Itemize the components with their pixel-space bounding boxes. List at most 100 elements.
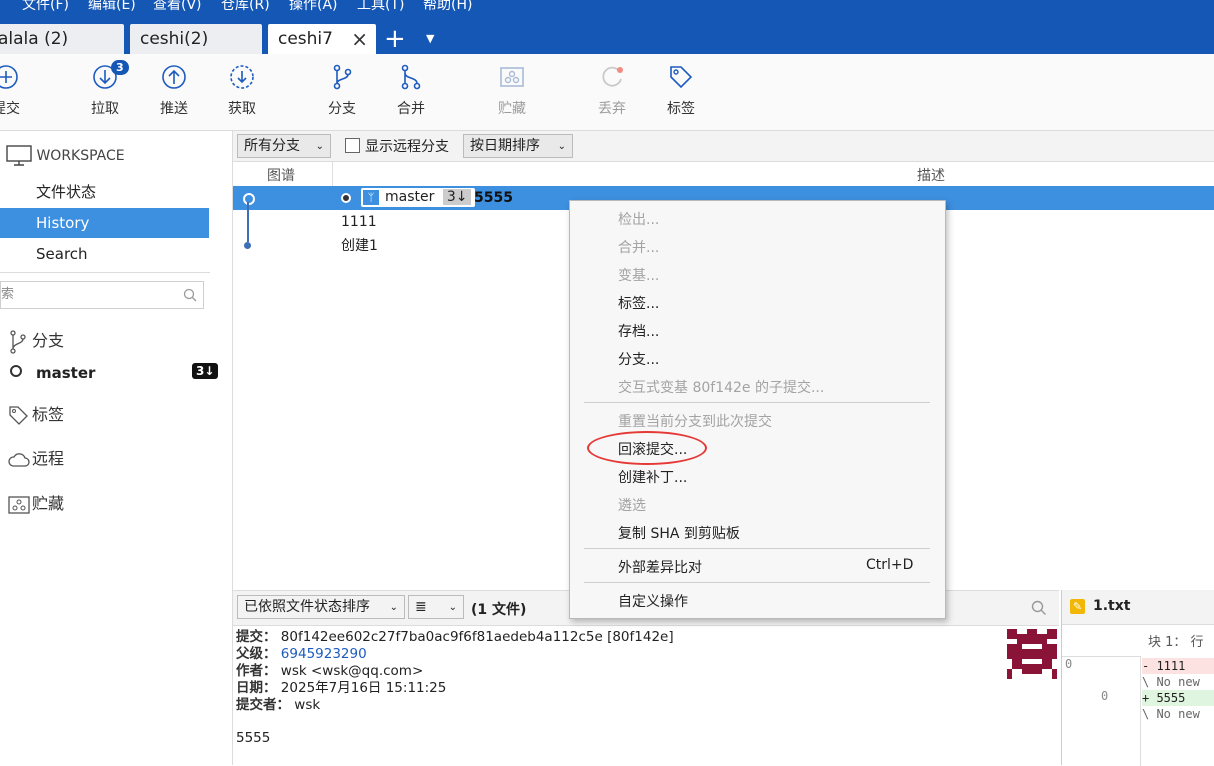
merge-button[interactable]: 合并 <box>381 64 441 118</box>
branch-icon <box>333 64 352 90</box>
menu-item-custom-actions[interactable]: 自定义操作 <box>618 591 688 611</box>
menu-item-merge[interactable]: 合并... <box>618 237 659 257</box>
diff-line-note: \ No new <box>1142 707 1200 721</box>
section-tags[interactable]: 标签 <box>8 401 64 427</box>
menu-separator <box>584 402 930 403</box>
commit-sha[interactable]: 80f142ee602c27f7ba0ac9f6f81aedeb4a112c5e… <box>281 629 674 645</box>
menu-item-tag[interactable]: 标签... <box>618 293 659 313</box>
tab-ceshi[interactable]: ceshi(2) <box>130 24 262 54</box>
menu-item-interactive-rebase[interactable]: 交互式变基 80f142e 的子提交... <box>618 377 824 397</box>
stash-icon <box>8 494 32 515</box>
diff-filename: 1.txt <box>1093 598 1131 614</box>
file-count: (1 文件) <box>471 602 527 618</box>
sidebar-item-history[interactable]: History <box>0 208 209 238</box>
column-graph[interactable]: 图谱 <box>267 165 295 185</box>
push-button[interactable]: 推送 <box>144 64 204 118</box>
menu-item-rebase[interactable]: 变基... <box>618 265 659 285</box>
search-placeholder: 索 <box>1 287 15 302</box>
sidebar-item-file-status[interactable]: 文件状态 <box>0 177 209 207</box>
sidebar-item-search[interactable]: Search <box>0 239 209 269</box>
branch-filter-dropdown[interactable]: 所有分支 ⌄ <box>237 134 331 158</box>
tab-ceshi7[interactable]: ceshi7 × <box>268 24 376 54</box>
detail-label: 作者： <box>236 663 277 679</box>
date-value: 2025年7月16日 15:11:25 <box>280 680 447 696</box>
add-tab-icon[interactable]: + <box>384 24 406 54</box>
line-numbers: 0 0 <box>1062 656 1141 766</box>
menu-item-archive[interactable]: 存档... <box>618 321 659 341</box>
workspace-header: WORKSPACE <box>6 145 125 167</box>
branch-label[interactable]: ᛘ master 3↓ <box>361 188 476 207</box>
section-branches[interactable]: 分支 <box>8 327 64 354</box>
detail-committer: 提交者： wsk <box>236 697 674 714</box>
head-marker-icon <box>341 193 351 203</box>
menu-help[interactable]: 帮助(H) <box>423 0 472 14</box>
fetch-button[interactable]: 获取 <box>212 64 272 118</box>
branch-name: master <box>36 364 96 382</box>
menu-item-branch[interactable]: 分支... <box>618 349 659 369</box>
close-tab-icon[interactable]: × <box>351 24 368 54</box>
author-value: wsk <wsk@qq.com> <box>280 663 424 679</box>
menu-repo[interactable]: 仓库(R) <box>221 0 270 14</box>
pull-label: 拉取 <box>91 101 119 117</box>
menu-edit[interactable]: 编辑(E) <box>88 0 136 14</box>
commit-button[interactable]: 提交 <box>0 64 36 118</box>
search-icon[interactable] <box>1031 600 1047 616</box>
hunk-header: 块 1： 行 <box>1148 635 1204 650</box>
branch-button[interactable]: 分支 <box>312 64 372 118</box>
discard-button[interactable]: 丢弃 <box>582 64 642 118</box>
discard-icon <box>602 66 623 87</box>
detail-label: 提交者： <box>236 697 290 713</box>
tag-icon <box>670 66 693 89</box>
menu-tools[interactable]: 工具(T) <box>357 0 404 14</box>
menu-actions[interactable]: 操作(A) <box>289 0 338 14</box>
branches-title: 分支 <box>32 331 65 350</box>
menu-item-checkout[interactable]: 检出... <box>618 209 659 229</box>
parent-sha-link[interactable]: 6945923290 <box>281 646 367 662</box>
list-icon: ≣ <box>415 599 427 615</box>
detail-label: 提交： <box>236 629 277 645</box>
push-icon <box>162 65 186 89</box>
tab-list-chevron-icon[interactable]: ▼ <box>426 32 434 45</box>
toolbar: 提交 3 拉取 推送 获取 分支 合并 贮藏 丢弃 标签 <box>0 54 1214 131</box>
file-diff-panel: ✎ 1.txt 块 1： 行 0 0 - 1111 \ No new + 555… <box>1061 590 1214 766</box>
tab-alala[interactable]: alala (2) <box>0 24 124 54</box>
highlight-ellipse <box>587 431 707 465</box>
menu-item-copy-sha[interactable]: 复制 SHA 到剪贴板 <box>618 523 740 543</box>
diff-line-added: + 5555 <box>1142 690 1214 706</box>
tab-label: alala (2) <box>0 29 69 49</box>
avatar <box>1007 629 1057 679</box>
chevron-down-icon: ⌄ <box>557 141 566 152</box>
tag-label: 标签 <box>667 101 695 117</box>
sidebar-item-master[interactable]: master <box>10 364 95 382</box>
column-description[interactable]: 描述 <box>917 165 945 185</box>
commit-full-message: 5555 <box>236 730 271 746</box>
tab-label: ceshi(2) <box>140 29 209 49</box>
view-mode-dropdown[interactable]: ≣ ⌄ <box>408 595 464 619</box>
menu-item-cherry-pick[interactable]: 遴选 <box>618 495 646 515</box>
chevron-down-icon: ⌄ <box>315 141 324 152</box>
show-remote-checkbox[interactable] <box>345 138 360 153</box>
section-remotes[interactable]: 远程 <box>8 445 64 469</box>
stash-button[interactable]: 贮藏 <box>482 64 542 118</box>
pull-button[interactable]: 3 拉取 <box>75 60 135 118</box>
context-menu: 检出... 合并... 变基... 标签... 存档... 分支... 交互式变… <box>569 200 946 619</box>
menu-file[interactable]: 文件(F) <box>22 0 69 14</box>
file-sort-dropdown[interactable]: 已依照文件状态排序 ⌄ <box>237 595 405 619</box>
sort-dropdown[interactable]: 按日期排序 ⌄ <box>463 134 573 158</box>
commit-message: 5555 <box>474 190 513 206</box>
search-icon <box>183 288 197 302</box>
commit-label: 提交 <box>0 101 20 117</box>
show-remote-label: 显示远程分支 <box>365 139 449 155</box>
menu-bar: 文件(F) 编辑(E) 查看(V) 仓库(R) 操作(A) 工具(T) 帮助(H… <box>0 0 1214 18</box>
section-stashes[interactable]: 贮藏 <box>8 490 64 515</box>
commit-details: 提交： 80f142ee602c27f7ba0ac9f6f81aedeb4a11… <box>233 625 1059 765</box>
tag-button[interactable]: 标签 <box>651 64 711 118</box>
workspace-label: WORKSPACE <box>36 148 125 164</box>
menu-item-external-diff[interactable]: 外部差异比对 <box>618 557 702 577</box>
menu-view[interactable]: 查看(V) <box>153 0 202 14</box>
menu-item-create-patch[interactable]: 创建补丁... <box>618 467 687 487</box>
menu-item-reset[interactable]: 重置当前分支到此次提交 <box>618 411 772 431</box>
sidebar-search-input[interactable]: 索 <box>0 281 204 309</box>
branch-icon <box>8 329 32 354</box>
modified-file-icon: ✎ <box>1070 599 1085 614</box>
